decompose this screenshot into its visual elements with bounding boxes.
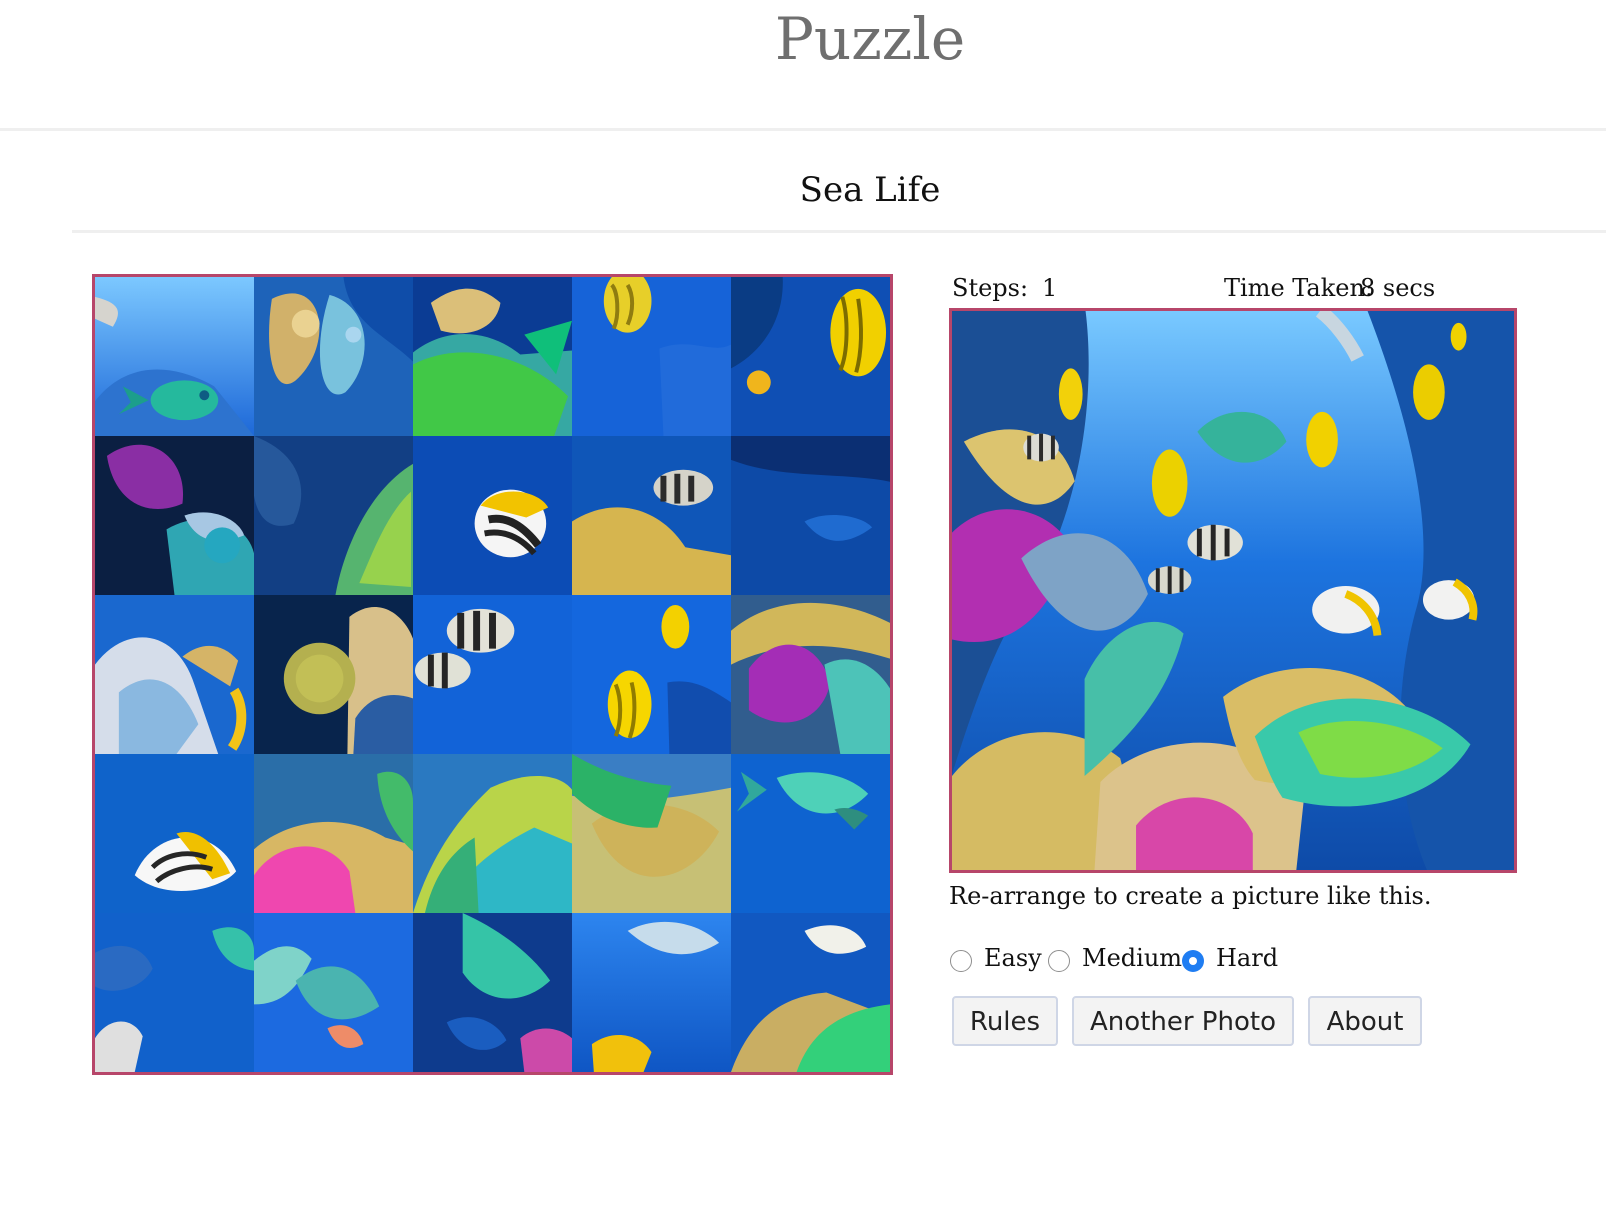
puzzle-tile-16[interactable] — [95, 754, 254, 913]
puzzle-tile-3[interactable] — [413, 277, 572, 436]
difficulty-easy-label[interactable]: Easy — [984, 944, 1042, 972]
puzzle-tile-19[interactable] — [572, 754, 731, 913]
puzzle-board[interactable] — [92, 274, 893, 1075]
puzzle-tile-25[interactable] — [731, 913, 890, 1072]
puzzle-tile-23[interactable] — [413, 913, 572, 1072]
header-divider — [0, 128, 1606, 131]
puzzle-tile-20[interactable] — [731, 754, 890, 913]
puzzle-tile-18[interactable] — [413, 754, 572, 913]
puzzle-title: Sea Life — [799, 170, 941, 210]
puzzle-tile-2[interactable] — [254, 277, 413, 436]
puzzle-tile-4[interactable] — [572, 277, 731, 436]
difficulty-hard-radio[interactable] — [1182, 950, 1204, 972]
another-photo-button[interactable]: Another Photo — [1072, 996, 1294, 1046]
puzzle-tile-10[interactable] — [731, 436, 890, 595]
puzzle-tile-7[interactable] — [254, 436, 413, 595]
puzzle-tile-24[interactable] — [572, 913, 731, 1072]
puzzle-tile-15[interactable] — [731, 595, 890, 754]
about-button[interactable]: About — [1308, 996, 1422, 1046]
difficulty-hard-label[interactable]: Hard — [1216, 944, 1278, 972]
puzzle-tile-21[interactable] — [95, 913, 254, 1072]
preview-image — [949, 308, 1517, 873]
puzzle-tile-8[interactable] — [413, 436, 572, 595]
puzzle-tile-12[interactable] — [254, 595, 413, 754]
time-label: Time Taken: — [1224, 274, 1374, 302]
puzzle-tile-11[interactable] — [95, 595, 254, 754]
puzzle-tile-6[interactable] — [95, 436, 254, 595]
rules-button[interactable]: Rules — [952, 996, 1058, 1046]
time-value: 8 secs — [1360, 274, 1436, 302]
difficulty-medium-radio[interactable] — [1048, 950, 1070, 972]
site-title: Puzzle — [774, 5, 966, 73]
steps-value: 1 — [1042, 274, 1058, 302]
preview-caption: Re-arrange to create a picture like this… — [949, 882, 1432, 910]
stats-panel: Steps: 1 Time Taken: 8 secs — [952, 274, 1512, 310]
puzzle-tile-9[interactable] — [572, 436, 731, 595]
puzzle-tile-14[interactable] — [572, 595, 731, 754]
section-divider — [72, 230, 1606, 233]
difficulty-easy-radio[interactable] — [950, 950, 972, 972]
puzzle-tile-17[interactable] — [254, 754, 413, 913]
puzzle-tile-13[interactable] — [413, 595, 572, 754]
puzzle-grid[interactable] — [95, 277, 890, 1072]
puzzle-tile-1[interactable] — [95, 277, 254, 436]
difficulty-medium-label[interactable]: Medium — [1082, 944, 1182, 972]
puzzle-tile-22[interactable] — [254, 913, 413, 1072]
puzzle-tile-5[interactable] — [731, 277, 890, 436]
steps-label: Steps: — [952, 274, 1029, 302]
